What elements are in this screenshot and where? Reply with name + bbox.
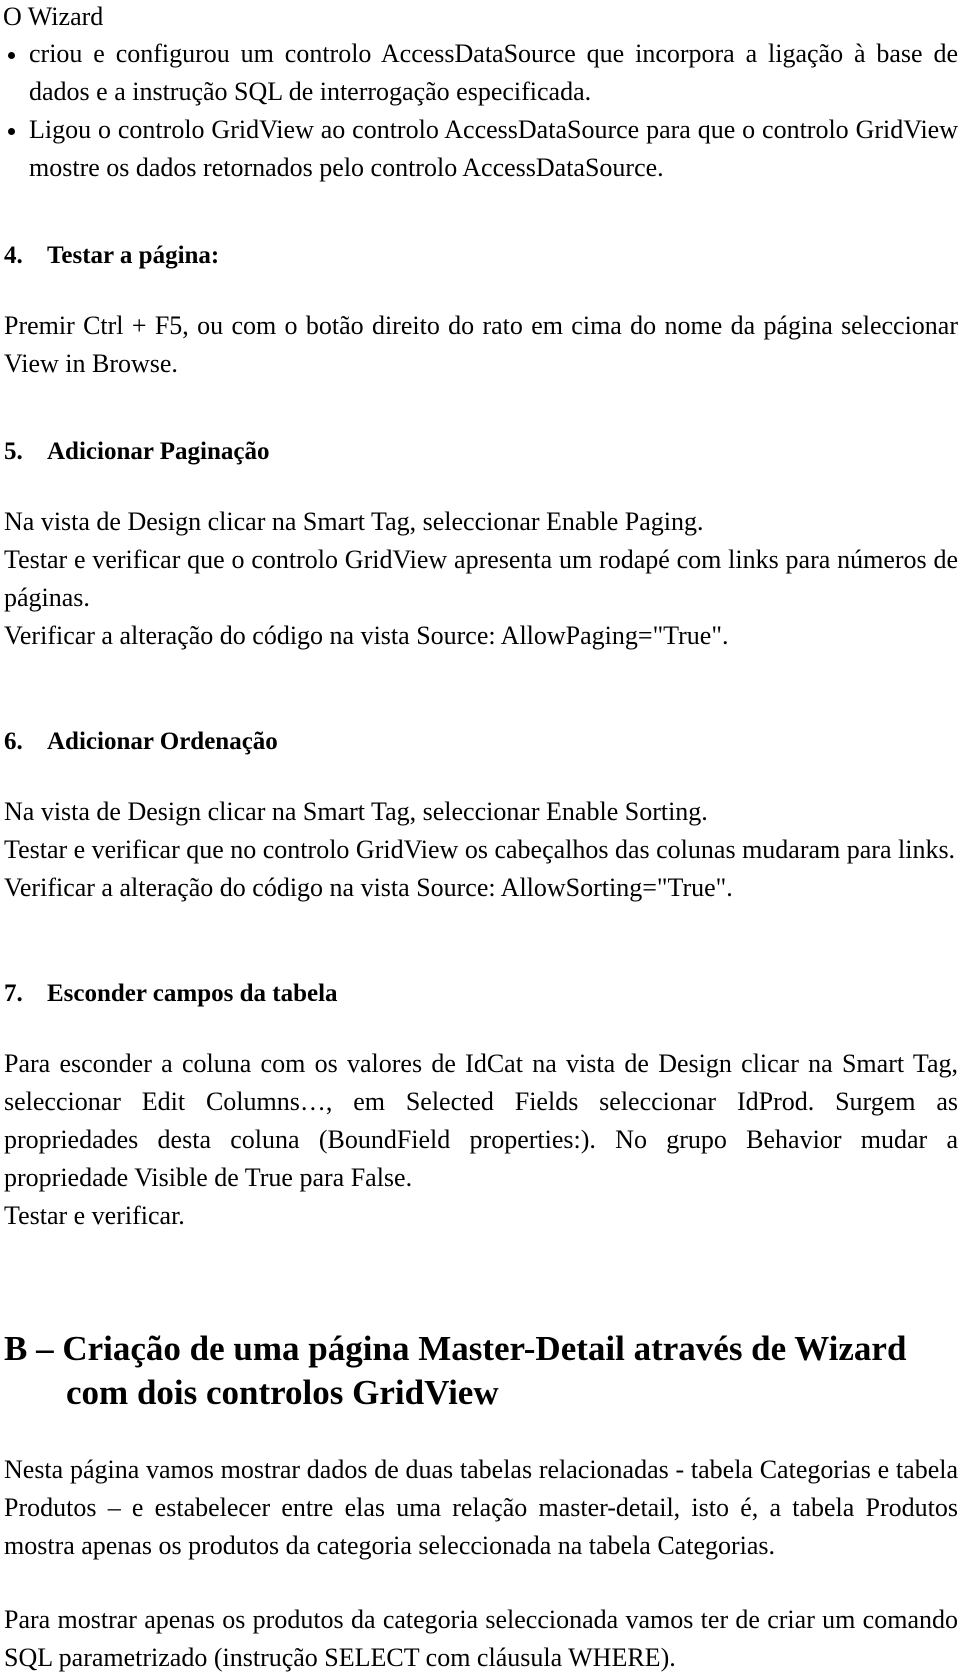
- section-number: 7.: [4, 980, 23, 1007]
- section-heading: 6. Adicionar Ordenação: [2, 727, 958, 757]
- intro-block: O Wizard criou e configurou um controlo …: [2, 0, 958, 187]
- section-number: 6.: [4, 728, 23, 755]
- section-heading: 7. Esconder campos da tabela: [2, 979, 958, 1009]
- section-b-paragraph: Para mostrar apenas os produtos da categ…: [4, 1605, 958, 1672]
- list-item: criou e configurou um controlo AccessDat…: [2, 35, 958, 111]
- intro-bullet-list: criou e configurou um controlo AccessDat…: [2, 35, 958, 187]
- section-b-heading-line1: B – Criação de uma página Master-Detail …: [4, 1329, 907, 1368]
- section-b-block: B – Criação de uma página Master-Detail …: [2, 1327, 958, 1677]
- section-b-heading-line2: com dois controlos GridView: [66, 1373, 499, 1412]
- section-heading: 5. Adicionar Paginação: [2, 437, 958, 467]
- section-title: Adicionar Paginação: [47, 438, 270, 465]
- section-paragraph: Testar e verificar que no controlo GridV…: [4, 835, 956, 864]
- document-page: O Wizard criou e configurou um controlo …: [0, 0, 960, 1672]
- section-paragraph: Para esconder a coluna com os valores de…: [4, 1049, 958, 1192]
- section-paragraph: Verificar a alteração do código na vista…: [4, 621, 729, 650]
- section-b-heading: B – Criação de uma página Master-Detail …: [2, 1327, 958, 1415]
- section-number: 5.: [4, 438, 23, 465]
- section-number: 4.: [4, 242, 23, 269]
- section-heading: 4. Testar a página:: [2, 241, 958, 271]
- section-paragraph: Testar e verificar que o controlo GridVi…: [4, 545, 958, 612]
- section-title: Adicionar Ordenação: [47, 728, 278, 755]
- section-b-paragraph: Nesta página vamos mostrar dados de duas…: [4, 1455, 958, 1560]
- section-6: 6. Adicionar Ordenação Na vista de Desig…: [2, 727, 958, 907]
- section-paragraph: Na vista de Design clicar na Smart Tag, …: [4, 797, 708, 826]
- section-4: 4. Testar a página: Premir Ctrl + F5, ou…: [2, 241, 958, 383]
- list-item: Ligou o controlo GridView ao controlo Ac…: [2, 111, 958, 187]
- section-paragraph: Na vista de Design clicar na Smart Tag, …: [4, 507, 704, 536]
- section-paragraph: Verificar a alteração do código na vista…: [4, 873, 733, 902]
- section-paragraph: Premir Ctrl + F5, ou com o botão direito…: [4, 311, 958, 378]
- section-7: 7. Esconder campos da tabela Para escond…: [2, 979, 958, 1235]
- section-title: Esconder campos da tabela: [47, 980, 338, 1007]
- section-title: Testar a página:: [47, 242, 220, 269]
- section-5: 5. Adicionar Paginação Na vista de Desig…: [2, 437, 958, 655]
- section-paragraph: Testar e verificar.: [4, 1201, 185, 1230]
- intro-lead-text: O Wizard: [3, 2, 104, 31]
